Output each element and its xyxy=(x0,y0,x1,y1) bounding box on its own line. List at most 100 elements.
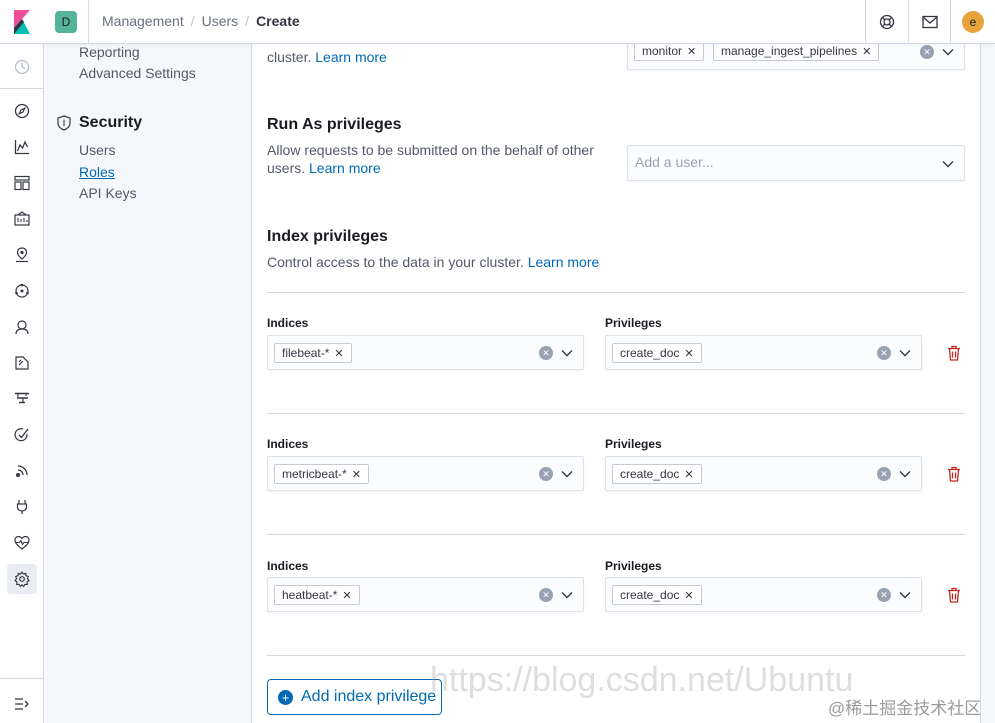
cluster-learn-more-link[interactable]: Learn more xyxy=(315,49,387,65)
header-divider xyxy=(908,0,909,44)
sidebar-item-users[interactable]: Users xyxy=(79,142,116,158)
watermark-site: @稀土掘金技术社区 xyxy=(828,699,982,718)
sidebar-item-api-keys[interactable]: API Keys xyxy=(79,185,137,201)
indices-label: Indices xyxy=(267,316,309,330)
discover-icon[interactable] xyxy=(12,101,32,121)
space-avatar[interactable]: D xyxy=(55,11,77,33)
chevron-down-icon[interactable] xyxy=(898,346,912,360)
dock-icon[interactable] xyxy=(12,694,32,714)
breadcrumb-management[interactable]: Management xyxy=(102,13,184,29)
run-as-description: Allow requests to be submitted on the be… xyxy=(267,141,594,177)
siem-icon[interactable] xyxy=(12,461,32,481)
remove-icon[interactable]: ✕ xyxy=(342,589,351,602)
privileges-label: Privileges xyxy=(605,559,662,573)
divider xyxy=(267,292,965,293)
apm-icon[interactable] xyxy=(12,389,32,409)
remove-icon[interactable]: ✕ xyxy=(684,468,693,481)
indices-label: Indices xyxy=(267,559,309,573)
clear-icon[interactable]: ✕ xyxy=(920,45,934,59)
kibana-logo-icon[interactable] xyxy=(12,10,32,34)
management-icon[interactable] xyxy=(7,564,37,594)
header-divider xyxy=(88,0,89,44)
privileges-combobox[interactable]: create_doc ✕ ✕ xyxy=(605,577,922,612)
pill-label: metricbeat-* xyxy=(282,467,347,481)
delete-trash-icon[interactable] xyxy=(946,466,962,482)
clear-icon[interactable]: ✕ xyxy=(877,588,891,602)
uptime-icon[interactable] xyxy=(12,425,32,445)
chevron-down-icon[interactable] xyxy=(560,346,574,360)
add-button-label: Add index privilege xyxy=(301,688,437,705)
page-edge xyxy=(980,44,995,723)
chevron-down-icon[interactable] xyxy=(560,467,574,481)
user-avatar[interactable]: e xyxy=(962,11,984,33)
clear-icon[interactable]: ✕ xyxy=(539,588,553,602)
pill-label: create_doc xyxy=(620,588,680,602)
sidebar-item-reporting[interactable]: Reporting xyxy=(79,44,140,60)
index-pill: filebeat-* ✕ xyxy=(274,343,352,363)
indices-combobox[interactable]: metricbeat-* ✕ ✕ xyxy=(267,456,584,491)
pill-label: monitor xyxy=(642,44,683,58)
privileges-combobox[interactable]: create_doc ✕ ✕ xyxy=(605,335,922,370)
index-privileges-description: Control access to the data in your clust… xyxy=(267,253,599,271)
run-as-user-combobox[interactable]: Add a user... xyxy=(627,145,965,181)
indices-combobox[interactable]: heatbeat-* ✕ ✕ xyxy=(267,577,584,612)
canvas-icon[interactable] xyxy=(12,209,32,229)
add-index-privilege-button[interactable]: + Add index privilege xyxy=(267,679,442,715)
remove-icon[interactable]: ✕ xyxy=(684,589,693,602)
indices-combobox[interactable]: filebeat-* ✕ ✕ xyxy=(267,335,584,370)
clear-icon[interactable]: ✕ xyxy=(539,467,553,481)
remove-icon[interactable]: ✕ xyxy=(334,347,343,360)
remove-icon[interactable]: ✕ xyxy=(862,45,871,58)
divider xyxy=(267,534,965,535)
chevron-down-icon[interactable] xyxy=(560,588,574,602)
logs-icon[interactable] xyxy=(12,353,32,373)
recently-viewed-icon[interactable] xyxy=(12,57,32,77)
privileges-label: Privileges xyxy=(605,437,662,451)
index-learn-more-link[interactable]: Learn more xyxy=(528,254,600,270)
remove-icon[interactable]: ✕ xyxy=(687,45,696,58)
ml-icon[interactable] xyxy=(12,281,32,301)
delete-trash-icon[interactable] xyxy=(946,345,962,361)
sidebar-item-roles[interactable]: Roles xyxy=(79,164,115,180)
pill-label: filebeat-* xyxy=(282,346,330,360)
top-header: D Management / Users / Create e xyxy=(0,0,995,44)
sidebar-section-title: Security xyxy=(79,114,143,131)
pill-label: create_doc xyxy=(620,346,680,360)
remove-icon[interactable]: ✕ xyxy=(352,468,361,481)
dev-tools-icon[interactable] xyxy=(12,497,32,517)
dashboard-icon[interactable] xyxy=(12,173,32,193)
index-pill: heatbeat-* ✕ xyxy=(274,585,360,605)
chevron-down-icon[interactable] xyxy=(898,588,912,602)
breadcrumb-separator: / xyxy=(245,13,250,29)
maps-icon[interactable] xyxy=(12,245,32,265)
pill-label: manage_ingest_pipelines xyxy=(721,44,858,58)
run-as-placeholder: Add a user... xyxy=(635,154,714,170)
nav-divider xyxy=(0,88,44,89)
privilege-pill: create_doc ✕ xyxy=(612,585,702,605)
run-as-title: Run As privileges xyxy=(267,116,402,133)
breadcrumb-create: Create xyxy=(256,13,300,29)
side-nav xyxy=(0,44,44,723)
breadcrumb-users[interactable]: Users xyxy=(202,13,239,29)
chevron-down-icon[interactable] xyxy=(941,157,955,171)
clear-icon[interactable]: ✕ xyxy=(877,346,891,360)
clear-icon[interactable]: ✕ xyxy=(877,467,891,481)
sidebar-item-advanced-settings[interactable]: Advanced Settings xyxy=(79,65,196,81)
index-desc-text: Control access to the data in your clust… xyxy=(267,254,524,270)
help-icon[interactable] xyxy=(877,12,897,32)
delete-trash-icon[interactable] xyxy=(946,587,962,603)
cluster-privileges-description: cluster. Learn more xyxy=(267,48,387,66)
infrastructure-icon[interactable] xyxy=(12,317,32,337)
privilege-pill: monitor ✕ xyxy=(634,41,705,61)
visualize-icon[interactable] xyxy=(12,137,32,157)
clear-icon[interactable]: ✕ xyxy=(539,346,553,360)
chevron-down-icon[interactable] xyxy=(898,467,912,481)
chevron-down-icon[interactable] xyxy=(941,45,955,59)
monitoring-icon[interactable] xyxy=(12,533,32,553)
run-as-desc-line: users. xyxy=(267,160,306,176)
run-as-learn-more-link[interactable]: Learn more xyxy=(309,160,381,176)
nav-divider xyxy=(0,678,44,679)
newsfeed-icon[interactable] xyxy=(920,12,940,32)
privileges-combobox[interactable]: create_doc ✕ ✕ xyxy=(605,456,922,491)
remove-icon[interactable]: ✕ xyxy=(684,347,693,360)
